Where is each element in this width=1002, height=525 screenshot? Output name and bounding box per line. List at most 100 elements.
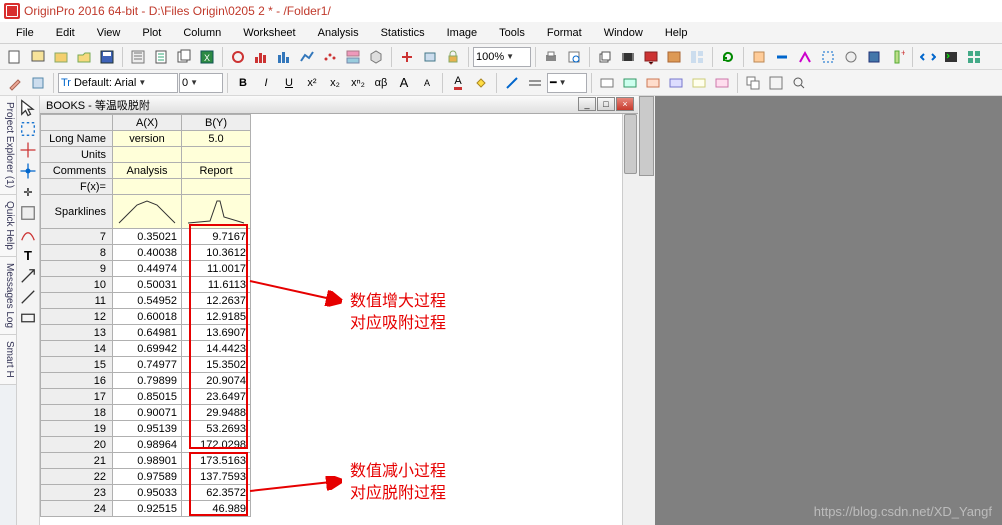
row-header[interactable]: 14 xyxy=(41,341,113,357)
row-header[interactable]: 16 xyxy=(41,373,113,389)
menu-column[interactable]: Column xyxy=(173,25,231,41)
column-header-A[interactable]: A(X) xyxy=(113,115,182,131)
data-cell-A[interactable]: 0.97589 xyxy=(113,469,182,485)
layer-icon[interactable] xyxy=(742,72,764,94)
cell-comments-A[interactable]: Analysis xyxy=(113,163,182,179)
menu-plot[interactable]: Plot xyxy=(132,25,171,41)
graph-bar-icon[interactable] xyxy=(273,46,295,68)
data-cell-B[interactable]: 14.4423 xyxy=(182,341,251,357)
cursor-cross-icon[interactable]: ✛ xyxy=(18,182,38,202)
data-cell-A[interactable]: 0.50031 xyxy=(113,277,182,293)
italic-icon[interactable]: I xyxy=(255,72,277,94)
window-close-icon[interactable]: × xyxy=(616,97,634,111)
row-header[interactable]: 23 xyxy=(41,485,113,501)
code-icon[interactable] xyxy=(917,46,939,68)
tool-a-icon[interactable] xyxy=(748,46,770,68)
cell-longname-A[interactable]: version xyxy=(113,131,182,147)
sidebar-messages-log[interactable]: Messages Log xyxy=(0,257,16,335)
open-icon[interactable] xyxy=(73,46,95,68)
data-cell-B[interactable]: 15.3502 xyxy=(182,357,251,373)
row-header[interactable]: 10 xyxy=(41,277,113,293)
python-icon[interactable] xyxy=(863,46,885,68)
data-cell-B[interactable]: 172.0298 xyxy=(182,437,251,453)
wk-e-icon[interactable] xyxy=(688,72,710,94)
graph-stack-icon[interactable] xyxy=(342,46,364,68)
recalc-icon[interactable] xyxy=(227,46,249,68)
pointer-icon[interactable] xyxy=(18,98,38,118)
data-cell-B[interactable]: 23.6497 xyxy=(182,389,251,405)
zoom-rect-icon[interactable] xyxy=(18,119,38,139)
data-cell-A[interactable]: 0.92515 xyxy=(113,501,182,517)
sidebar-project-explorer[interactable]: Project Explorer (1) xyxy=(0,96,16,195)
cell-comments-B[interactable]: Report xyxy=(182,163,251,179)
tool-b-icon[interactable] xyxy=(771,46,793,68)
row-header[interactable]: 7 xyxy=(41,229,113,245)
menu-worksheet[interactable]: Worksheet xyxy=(233,25,305,41)
print-icon[interactable] xyxy=(540,46,562,68)
import-excel-icon[interactable]: X xyxy=(196,46,218,68)
data-cell-B[interactable]: 11.0017 xyxy=(182,261,251,277)
data-cell-A[interactable]: 0.95139 xyxy=(113,421,182,437)
arrow-tool-icon[interactable] xyxy=(18,266,38,286)
data-cell-B[interactable]: 46.989 xyxy=(182,501,251,517)
data-cell-B[interactable]: 173.5163 xyxy=(182,453,251,469)
menu-view[interactable]: View xyxy=(87,25,131,41)
underline-icon[interactable]: U xyxy=(278,72,300,94)
data-cell-B[interactable]: 10.3612 xyxy=(182,245,251,261)
rect-tool-icon[interactable] xyxy=(18,308,38,328)
row-header[interactable]: 18 xyxy=(41,405,113,421)
meta-longname[interactable]: Long Name xyxy=(41,131,113,147)
menu-edit[interactable]: Edit xyxy=(46,25,85,41)
graph-3d-icon[interactable] xyxy=(365,46,387,68)
row-header[interactable]: 19 xyxy=(41,421,113,437)
export-ppt-icon[interactable] xyxy=(663,46,685,68)
data-cell-A[interactable]: 0.95033 xyxy=(113,485,182,501)
tool-c-icon[interactable] xyxy=(840,46,862,68)
data-cell-A[interactable]: 0.98964 xyxy=(113,437,182,453)
meta-sparklines[interactable]: Sparklines xyxy=(41,195,113,229)
data-cell-B[interactable]: 137.7593 xyxy=(182,469,251,485)
data-cell-A[interactable]: 0.44974 xyxy=(113,261,182,277)
supsub-icon[interactable]: xⁿ₂ xyxy=(347,72,369,94)
sidebar-quick-help[interactable]: Quick Help xyxy=(0,195,16,257)
font-increase-icon[interactable]: A xyxy=(393,72,415,94)
row-header[interactable]: 12 xyxy=(41,309,113,325)
data-cell-A[interactable]: 0.60018 xyxy=(113,309,182,325)
data-cell-B[interactable]: 12.2637 xyxy=(182,293,251,309)
data-reader-icon[interactable] xyxy=(18,161,38,181)
mask-icon[interactable] xyxy=(18,203,38,223)
data-cell-B[interactable]: 53.2693 xyxy=(182,421,251,437)
import-multi-icon[interactable] xyxy=(173,46,195,68)
cell-fx-A[interactable] xyxy=(113,179,182,195)
menu-statistics[interactable]: Statistics xyxy=(371,25,435,41)
template-icon[interactable] xyxy=(127,46,149,68)
menu-analysis[interactable]: Analysis xyxy=(308,25,369,41)
font-color-icon[interactable]: A xyxy=(447,72,469,94)
font-decrease-icon[interactable]: A xyxy=(416,72,438,94)
menu-image[interactable]: Image xyxy=(437,25,488,41)
slideshow-icon[interactable] xyxy=(640,46,662,68)
draw-icon[interactable] xyxy=(18,224,38,244)
data-cell-B[interactable]: 62.3572 xyxy=(182,485,251,501)
column-header-B[interactable]: B(Y) xyxy=(182,115,251,131)
compute-icon[interactable] xyxy=(396,46,418,68)
data-cell-A[interactable]: 0.85015 xyxy=(113,389,182,405)
row-header[interactable]: 24 xyxy=(41,501,113,517)
refresh-icon[interactable] xyxy=(717,46,739,68)
superscript-icon[interactable]: x² xyxy=(301,72,323,94)
row-header[interactable]: 9 xyxy=(41,261,113,277)
menu-tools[interactable]: Tools xyxy=(489,25,535,41)
data-cell-A[interactable]: 0.69942 xyxy=(113,341,182,357)
zoom-in-icon[interactable] xyxy=(788,72,810,94)
font-size-combo[interactable]: 0▼ xyxy=(179,73,223,93)
zoom-combo[interactable]: 100%▼ xyxy=(473,47,531,67)
format-copy-icon[interactable] xyxy=(4,72,26,94)
save-icon[interactable] xyxy=(96,46,118,68)
print-preview-icon[interactable] xyxy=(563,46,585,68)
menu-file[interactable]: File xyxy=(6,25,44,41)
row-header[interactable]: 21 xyxy=(41,453,113,469)
corner-cell[interactable] xyxy=(41,115,113,131)
greek-icon[interactable]: αβ xyxy=(370,72,392,94)
menu-window[interactable]: Window xyxy=(594,25,653,41)
cell-units-A[interactable] xyxy=(113,147,182,163)
